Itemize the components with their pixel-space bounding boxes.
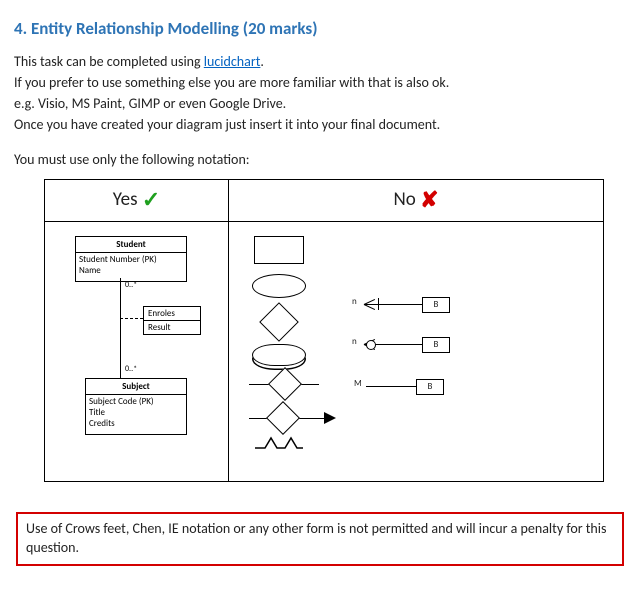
intro-line-1a: This task can be completed using [14,53,204,70]
notation-table: Yes ✓ No ✘ Student Student Number (PK) N… [44,179,604,482]
shape-ellipse [252,274,306,298]
uml-assoc-class: Enroles Result [143,306,201,335]
lucidchart-link[interactable]: lucidchart [204,53,261,70]
card-m: M [354,378,362,389]
intro-line-1b: . [260,53,264,70]
crow-card-n1: n [352,296,357,307]
yes-header: Yes ✓ [45,180,229,222]
intro-line-3: e.g. Visio, MS Paint, GIMP or even Googl… [14,95,626,114]
no-label: No [393,188,415,211]
warning-text: Use of Crows feet, Chen, IE notation or … [26,520,606,556]
intro-line-4: Once you have created your diagram just … [14,116,626,135]
uml-mult-bottom: 0..* [125,364,137,374]
no-header: No ✘ [229,180,604,222]
no-shapes-container: n B n B M [249,236,589,456]
check-icon: ✓ [142,186,160,213]
uml-subject-attr-2: Credits [89,419,183,430]
uml-subject-title: Subject [86,379,186,395]
shape-rectangle [254,236,304,264]
shape-line-diamond-node [268,367,302,401]
uml-student-title: Student [76,237,186,253]
shape-cylinder [252,344,306,366]
shape-zigzag [255,436,303,450]
intro-line-2: If you prefer to use something else you … [14,74,626,93]
cross-icon: ✘ [420,186,438,213]
arrowhead-icon [324,412,336,424]
intro-line-5: You must use only the following notation… [14,151,626,170]
uml-assoc-top: Enroles [144,307,200,321]
yes-label: Yes [113,188,138,211]
uml-mult-top: 0..* [125,280,137,290]
intro-line-1: This task can be completed using lucidch… [14,53,626,72]
shape-line-diamond-arrow-node [266,401,300,435]
crow-box-2: B [422,337,450,353]
uml-class-student: Student Student Number (PK) Name [75,236,187,282]
crow-card-n2: n [352,336,357,347]
uml-assoc-bottom: Result [144,321,200,334]
warning-box: Use of Crows feet, Chen, IE notation or … [16,512,624,566]
crow-box-1: B [422,297,450,313]
label-box-3: B [416,379,444,395]
section-heading: 4. Entity Relationship Modelling (20 mar… [14,18,626,39]
yes-cell: Student Student Number (PK) Name 0..* En… [45,222,229,482]
uml-diagram: Student Student Number (PK) Name 0..* En… [65,236,215,456]
uml-assoc-connector [120,318,143,319]
uml-association-line [120,278,121,378]
shape-diamond [259,303,299,343]
uml-student-attr-1: Name [79,266,183,277]
uml-class-subject: Subject Subject Code (PK) Title Credits [85,378,187,434]
no-cell: n B n B M [229,222,604,482]
